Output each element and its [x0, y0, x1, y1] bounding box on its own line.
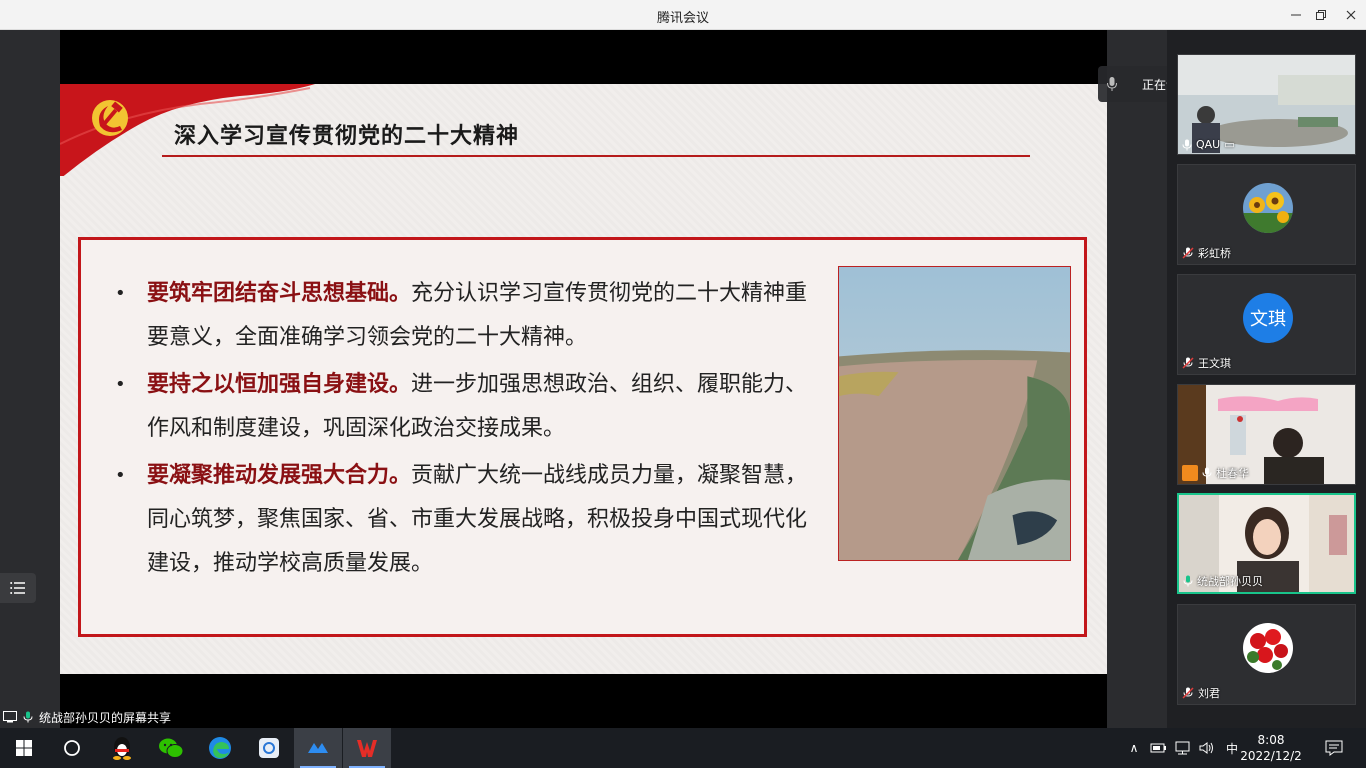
participant-name: 彩虹桥: [1182, 245, 1231, 261]
participant-name-text: 杜春华: [1216, 467, 1249, 480]
close-icon: [1346, 10, 1356, 20]
bullet-heading: 要筑牢团结奋斗思想基础。: [147, 281, 412, 306]
toolbar-toggle-button[interactable]: [0, 573, 36, 603]
content-box: • 要筑牢团结奋斗思想基础。充分认识学习宣传贯彻党的二十大精神重要意义，全面准确…: [78, 237, 1087, 637]
system-tray: ∧ 中: [1126, 728, 1238, 768]
participant-name-text: 刘君: [1198, 687, 1220, 700]
river-photo: [838, 266, 1071, 561]
chevron-up-icon[interactable]: ∧: [1126, 741, 1142, 755]
participant-tile[interactable]: 彩虹桥: [1177, 164, 1356, 265]
mic-muted-icon: [1182, 687, 1194, 699]
bullet-dot-icon: •: [115, 374, 126, 395]
taskbar-app-wps[interactable]: [343, 728, 391, 768]
participant-name-text: QAU: [1196, 138, 1221, 151]
search-button[interactable]: [48, 728, 96, 768]
restore-button[interactable]: [1306, 0, 1336, 30]
participant-name-text: 彩虹桥: [1198, 247, 1231, 260]
system-clock[interactable]: 8:08 2022/12/2: [1236, 732, 1306, 764]
title-underline: [162, 155, 1030, 157]
volume-icon[interactable]: [1198, 741, 1216, 755]
participant-extra: ▭: [1224, 138, 1235, 151]
clock-time: 8:08: [1257, 733, 1285, 747]
bullet-heading: 要凝聚推动发展强大合力。: [147, 463, 412, 488]
participant-name: 统战部孙贝贝: [1183, 573, 1263, 589]
close-button[interactable]: [1336, 0, 1366, 30]
bullet-dot-icon: •: [115, 465, 126, 486]
participant-name: 王文琪: [1182, 355, 1231, 371]
taskbar-app-photos[interactable]: [245, 728, 293, 768]
title-bar: 腾讯会议: [0, 0, 1366, 30]
windows-logo-icon: [16, 740, 32, 756]
edge-browser-icon: [209, 737, 231, 759]
restore-icon: [1316, 10, 1326, 20]
share-margin-right: [1107, 30, 1167, 728]
taskbar-app-edge[interactable]: [196, 728, 244, 768]
start-button[interactable]: [0, 728, 48, 768]
bullet-heading: 要持之以恒加强自身建设。: [147, 372, 412, 397]
hammer-sickle-icon: [92, 100, 128, 136]
mic-icon: [1202, 467, 1212, 479]
text-avatar: 文琪: [1243, 293, 1293, 343]
bullet-item: • 要筑牢团结奋斗思想基础。充分认识学习宣传贯彻党的二十大精神重要意义，全面准确…: [115, 272, 817, 360]
participant-tile[interactable]: 文琪 王文琪: [1177, 274, 1356, 375]
battery-icon[interactable]: [1150, 741, 1168, 755]
user-icon: [1182, 465, 1198, 481]
participant-name: 刘君: [1182, 685, 1220, 701]
list-menu-icon: [10, 582, 25, 594]
slide-title: 深入学习宣传贯彻党的二十大精神: [174, 124, 520, 149]
meeting-area: 深入学习宣传贯彻党的二十大精神 • 要筑牢团结奋斗思想基础。充分认识学习宣传贯彻…: [0, 30, 1366, 728]
notification-icon: [1325, 740, 1343, 756]
notification-center-button[interactable]: [1310, 728, 1358, 768]
participant-tile[interactable]: 杜春华: [1177, 384, 1356, 485]
tencent-meeting-icon: [308, 743, 328, 753]
share-margin-left: [0, 30, 60, 728]
participant-tile[interactable]: 刘君: [1177, 604, 1356, 705]
participant-tile[interactable]: QAU ▭: [1177, 54, 1356, 155]
window-title: 腾讯会议: [656, 11, 709, 26]
clock-date: 2022/12/2: [1240, 749, 1302, 763]
participant-name-text: 统战部孙贝贝: [1197, 575, 1263, 588]
participant-name: 杜春华: [1182, 465, 1249, 481]
search-circle-icon: [64, 740, 80, 756]
camera-app-icon: [259, 738, 279, 758]
participant-name: QAU ▭: [1182, 138, 1235, 151]
mic-muted-icon: [1182, 357, 1194, 369]
bullet-item: • 要持之以恒加强自身建设。进一步加强思想政治、组织、履职能力、作风和制度建设，…: [115, 363, 817, 451]
screen-share-label: 统战部孙贝贝的屏幕共享: [0, 706, 171, 728]
wechat-icon: [159, 738, 184, 758]
screen-share-icon: [3, 711, 17, 723]
tencent-meeting-window: 腾讯会议 深入学习宣传贯彻党的二十大精神 • 要筑牢团结奋斗思想基础。充分认识学…: [0, 0, 1366, 768]
mic-muted-icon: [1182, 247, 1194, 259]
bullet-item: • 要凝聚推动发展强大合力。贡献广大统一战线成员力量，凝聚智慧，同心筑梦，聚焦国…: [115, 454, 817, 586]
mic-speaking-icon: [23, 711, 33, 723]
mic-icon: [1182, 139, 1192, 150]
participant-tile-active-speaker[interactable]: 统战部孙贝贝: [1177, 493, 1356, 594]
presentation-slide: 深入学习宣传贯彻党的二十大精神 • 要筑牢团结奋斗思想基础。充分认识学习宣传贯彻…: [60, 84, 1107, 674]
mic-speaking-icon: [1183, 575, 1193, 587]
roses-avatar: [1243, 623, 1293, 673]
sunflower-avatar: [1243, 183, 1293, 233]
taskbar-app-qq[interactable]: [98, 728, 146, 768]
minimize-icon: [1291, 14, 1301, 16]
participant-panel: QAU ▭ 彩虹桥 文琪 王文琪 杜春华 统战部孙贝贝 刘君: [1167, 30, 1366, 728]
qq-penguin-icon: [113, 737, 131, 760]
taskbar-app-wechat[interactable]: [147, 728, 195, 768]
bullet-dot-icon: •: [115, 283, 126, 304]
mic-icon: [1098, 76, 1126, 92]
bullet-list: • 要筑牢团结奋斗思想基础。充分认识学习宣传贯彻党的二十大精神重要意义，全面准确…: [115, 272, 817, 589]
screen-share-text: 统战部孙贝贝的屏幕共享: [39, 710, 172, 725]
taskbar-app-tencent-meeting[interactable]: [294, 728, 342, 768]
participant-name-text: 王文琪: [1198, 357, 1231, 370]
windows-taskbar: ∧ 中 8:08 2022/12/2: [0, 728, 1366, 768]
network-icon[interactable]: [1174, 741, 1192, 755]
wps-icon: [357, 740, 377, 757]
